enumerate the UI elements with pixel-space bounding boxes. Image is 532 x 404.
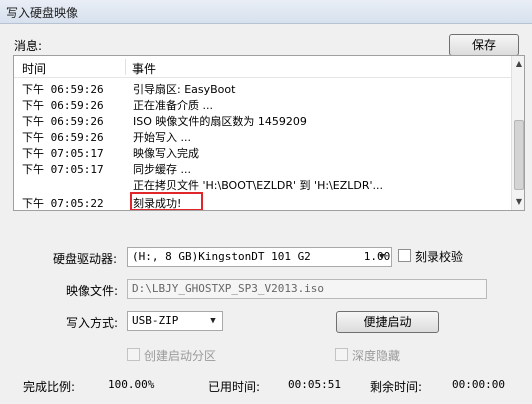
log-row-time: 下午 07:05:17 (22, 163, 104, 176)
log-row-time: 下午 06:59:26 (22, 99, 104, 112)
log-row-time: 下午 07:05:22 (22, 197, 104, 210)
boot-partition-checkbox[interactable] (127, 348, 140, 361)
image-file-field[interactable]: D:\LBJY_GHOSTXP_SP3_V2013.iso (127, 279, 487, 299)
write-mode-select[interactable]: USB-ZIP ▼ (127, 311, 223, 331)
remaining-time-label: 剩余时间: (370, 380, 423, 394)
scroll-down-icon[interactable]: ▼ (512, 194, 524, 210)
log-row[interactable]: 下午 07:05:17 映像写入完成 (14, 144, 511, 160)
log-row-time: 下午 06:59:26 (22, 115, 104, 128)
completion-ratio-value: 100.00% (108, 378, 155, 391)
log-row-event: 引导扇区: EasyBoot (133, 83, 236, 96)
log-header: 时间 事件 (14, 56, 511, 78)
log-row-time: 下午 06:59:26 (22, 83, 104, 96)
log-row-event: ISO 映像文件的扇区数为 1459209 (133, 115, 307, 128)
messages-label: 消息: (14, 39, 43, 53)
verify-checkbox[interactable] (398, 249, 411, 262)
success-highlight-box (130, 192, 203, 210)
log-scrollbar[interactable]: ▲ ▼ (511, 56, 524, 210)
drive-select[interactable]: (H:, 8 GB)KingstonDT 101 G2 1.00 ▼ (127, 247, 392, 267)
save-button[interactable]: 保存 (449, 34, 519, 56)
completion-ratio-label: 完成比例: (23, 380, 76, 394)
message-log[interactable]: 时间 事件 下午 06:59:26 引导扇区: EasyBoot 下午 06:5… (13, 55, 525, 211)
title-bar: 写入硬盘映像 (0, 0, 532, 24)
boot-partition-checkbox-label[interactable]: 创建启动分区 (144, 347, 216, 364)
log-rows: 下午 06:59:26 引导扇区: EasyBoot 下午 06:59:26 正… (14, 80, 511, 210)
log-row-event: 映像写入完成 (133, 147, 199, 160)
log-row[interactable]: 下午 06:59:26 引导扇区: EasyBoot (14, 80, 511, 96)
scroll-up-icon[interactable]: ▲ (512, 56, 524, 72)
deep-hide-checkbox[interactable] (335, 348, 348, 361)
log-row[interactable]: 下午 06:59:26 正在准备介质 ... (14, 96, 511, 112)
column-header-time[interactable]: 时间 (22, 60, 46, 77)
quick-boot-button[interactable]: 便捷启动 (336, 311, 439, 333)
log-row-event: 同步缓存 ... (133, 163, 191, 176)
remaining-time-value: 00:00:00 (452, 378, 505, 391)
column-divider (125, 59, 126, 75)
log-row-event: 正在拷贝文件 'H:\BOOT\EZLDR' 到 'H:\EZLDR'... (133, 179, 383, 192)
log-row[interactable]: 下午 06:59:26 开始写入 ... (14, 128, 511, 144)
drive-select-value: (H:, 8 GB)KingstonDT 101 G2 1.00 (132, 250, 391, 263)
log-row-time: 下午 07:05:17 (22, 147, 104, 160)
log-row[interactable]: 下午 07:05:22 刻录成功! (14, 192, 511, 210)
image-file-label: 映像文件: (66, 284, 119, 298)
log-row[interactable]: 下午 06:59:26 ISO 映像文件的扇区数为 1459209 (14, 112, 511, 128)
drive-label: 硬盘驱动器: (53, 252, 118, 266)
window-title: 写入硬盘映像 (6, 6, 79, 20)
log-row-time: 下午 06:59:26 (22, 131, 104, 144)
write-mode-select-value: USB-ZIP (132, 314, 179, 327)
log-row[interactable]: 正在拷贝文件 'H:\BOOT\EZLDR' 到 'H:\EZLDR'... (14, 176, 511, 192)
scrollbar-thumb[interactable] (514, 120, 524, 190)
log-row[interactable]: 下午 07:05:17 同步缓存 ... (14, 160, 511, 176)
log-row-event: 正在准备介质 ... (133, 99, 213, 112)
elapsed-time-label: 已用时间: (208, 380, 261, 394)
deep-hide-checkbox-label[interactable]: 深度隐藏 (352, 347, 400, 364)
column-header-event[interactable]: 事件 (132, 60, 156, 77)
write-mode-label: 写入方式: (66, 316, 119, 330)
chevron-down-icon: ▼ (210, 316, 216, 326)
verify-checkbox-label[interactable]: 刻录校验 (415, 248, 463, 265)
log-row-event: 开始写入 ... (133, 131, 191, 144)
chevron-down-icon: ▼ (379, 252, 385, 262)
elapsed-time-value: 00:05:51 (288, 378, 341, 391)
